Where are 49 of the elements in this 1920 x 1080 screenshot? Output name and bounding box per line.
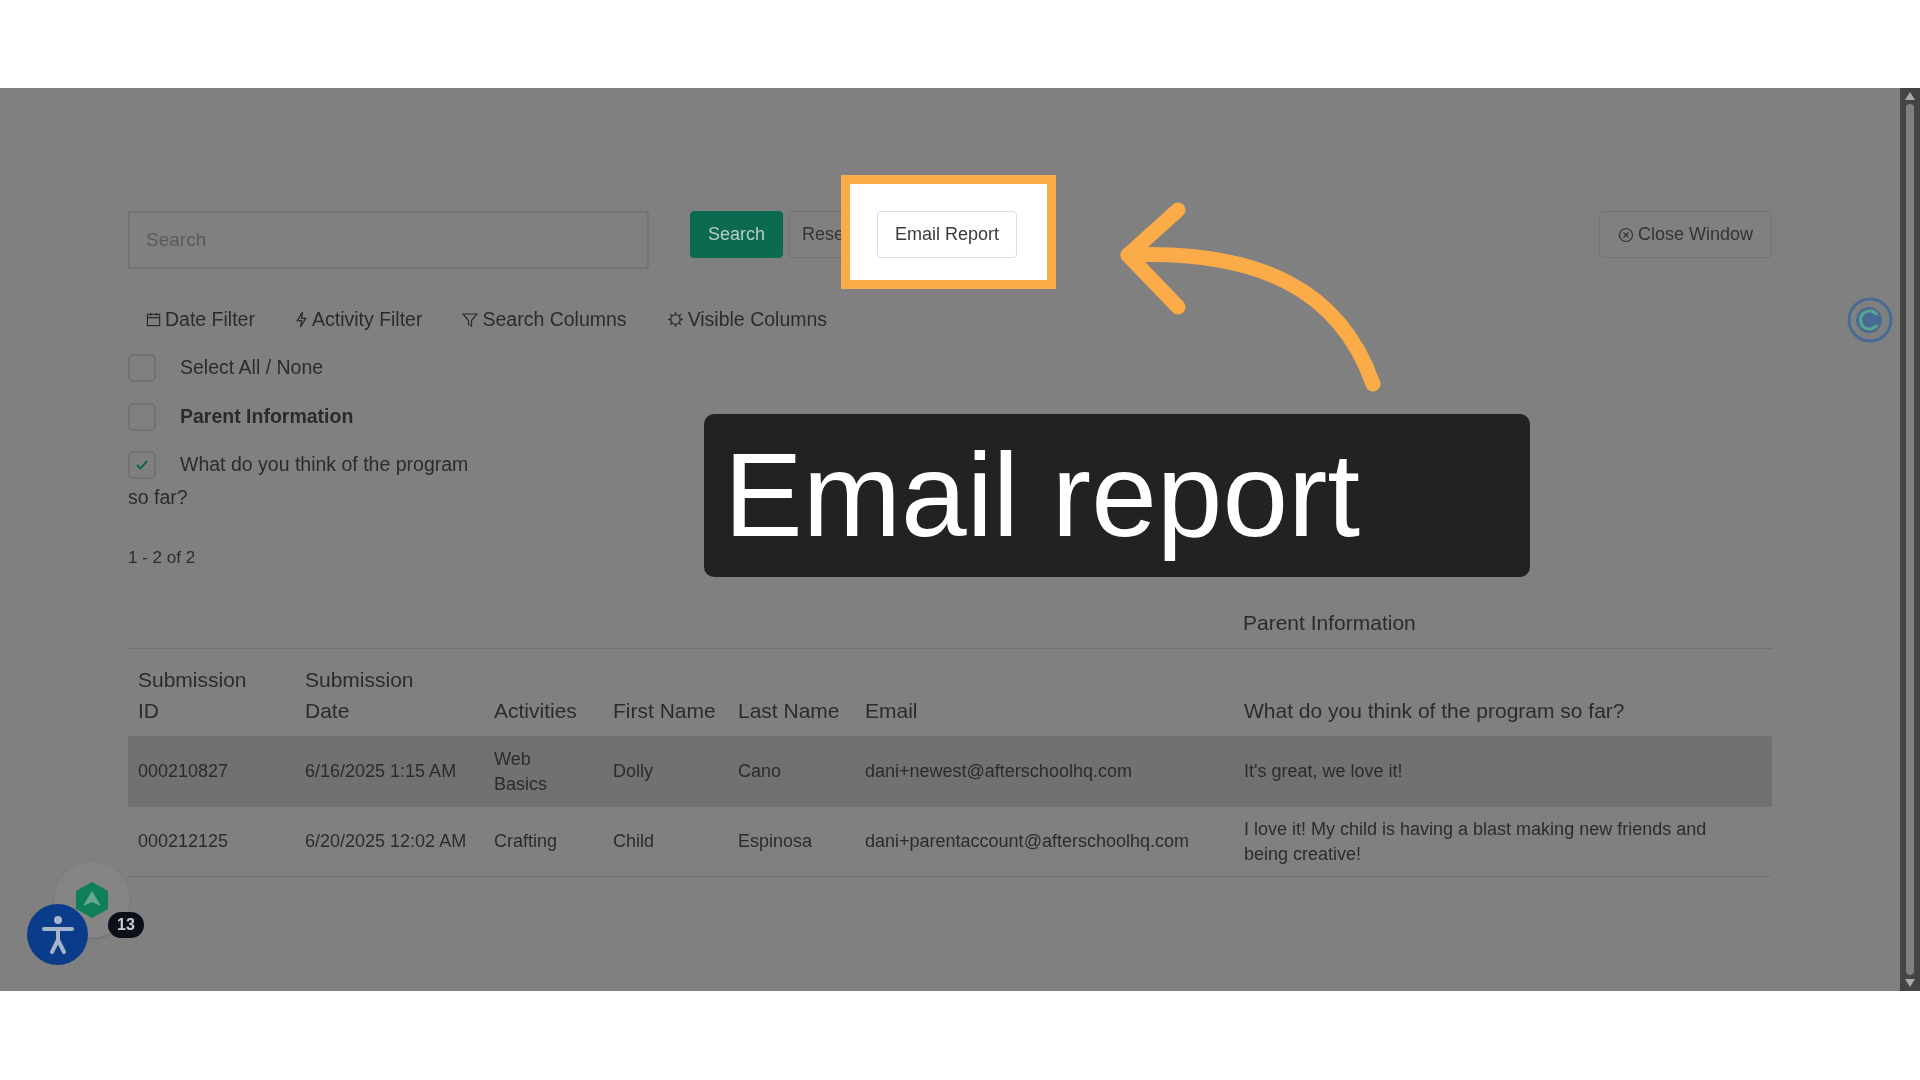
table-cell-text: Dolly — [613, 760, 654, 783]
table-cell-text: 000212125 — [138, 830, 230, 853]
table-cell-text: I love it! My child is having a blast making new friends and being creative! — [1244, 817, 1708, 866]
table-cell-text: 6/16/2025 1:15 AM — [305, 760, 458, 783]
column-header: Email — [865, 698, 919, 724]
column-header: What do you think of the program so far? — [1244, 698, 1626, 724]
column-group-header: Parent Information — [1242, 610, 1417, 636]
column-header: Submission ID — [138, 667, 248, 724]
option-label: Select All / None — [180, 355, 324, 380]
close-window-button[interactable]: Close Window — [1598, 211, 1772, 258]
table-row[interactable]: 000210827 6/16/2025 1:15 AM Web Basics Dolly Cano dani+newest@afterschoolhq.com It's great, we love it! — [128, 737, 1772, 807]
column-header: Activities — [494, 698, 578, 724]
option-label: so far? — [128, 485, 189, 511]
table-cell-text: Crafting — [494, 830, 559, 853]
logo-icon — [1847, 297, 1893, 343]
filter-button[interactable]: Search Columns — [462, 305, 627, 335]
column-header: First Name — [613, 698, 717, 724]
close-icon — [1617, 226, 1634, 243]
scroll-up-icon[interactable] — [1905, 92, 1915, 100]
table-cell-text: Cano — [738, 760, 783, 783]
table-cell-text: 6/20/2025 12:02 AM — [305, 830, 468, 853]
reset-button[interactable]: Rese — [789, 211, 842, 258]
table-cell-text: dani+parentaccount@afterschoolhq.com — [865, 830, 1190, 853]
table-cell-text: dani+newest@afterschoolhq.com — [865, 760, 1133, 783]
table-cell-text: Web Basics — [494, 747, 548, 796]
calendar-icon — [146, 312, 161, 328]
filter-button[interactable]: Visible Columns — [666, 305, 828, 335]
option-label: What do you think of the program — [180, 452, 469, 477]
arrow-hexagon-icon — [75, 881, 109, 919]
scroll-down-icon[interactable] — [1905, 979, 1915, 987]
filter-button[interactable]: Activity Filter — [294, 305, 423, 335]
funnel-icon — [462, 311, 479, 328]
table-cell-text: 000210827 — [138, 760, 230, 783]
table-cell-text: Espinosa — [738, 830, 814, 853]
gear-icon — [666, 311, 684, 329]
pagination-text: 1 - 2 of 2 — [128, 547, 196, 569]
option-label: Parent Information — [180, 404, 354, 429]
column-header: Last Name — [738, 698, 841, 724]
caption-text: Email report — [724, 427, 1361, 563]
lightning-icon — [294, 311, 308, 329]
filter-button[interactable]: Date Filter — [146, 305, 255, 335]
checkbox[interactable] — [128, 450, 156, 479]
table-cell-text: Child — [613, 830, 656, 853]
table-cell-text: It's great, we love it! — [1244, 760, 1404, 783]
search-button[interactable]: Search — [690, 211, 784, 258]
accessibility-icon — [40, 914, 75, 955]
column-header: Submission Date — [305, 667, 415, 724]
email-report-button[interactable]: Email Report — [877, 211, 1018, 258]
scrollbar[interactable] — [1900, 88, 1920, 991]
